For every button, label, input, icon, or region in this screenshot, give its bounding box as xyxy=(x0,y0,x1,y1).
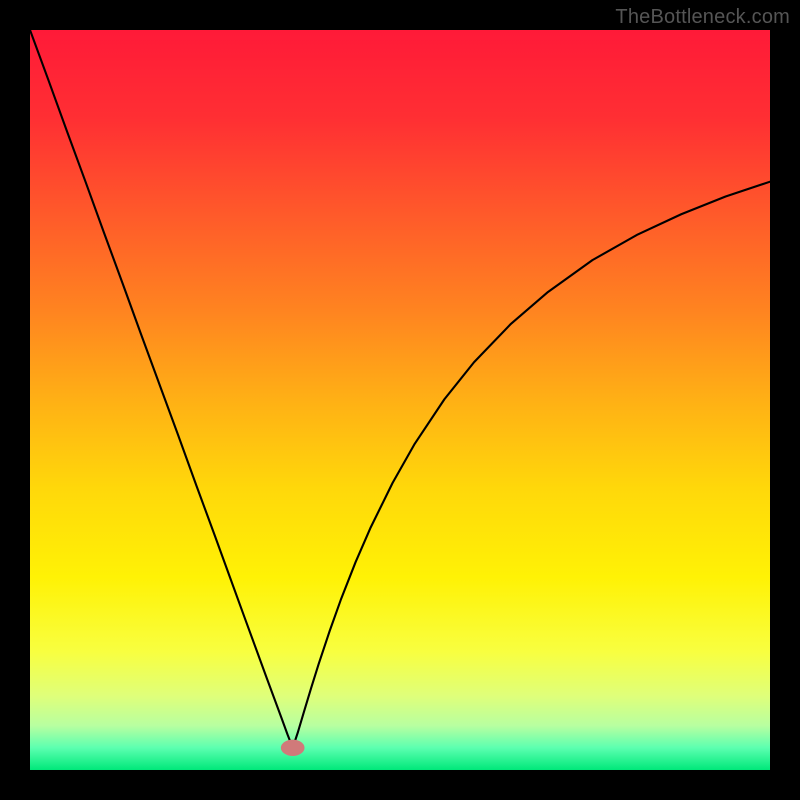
vertex-marker xyxy=(281,740,305,756)
watermark-text: TheBottleneck.com xyxy=(615,6,790,29)
gradient-background xyxy=(30,30,770,770)
vertex-dot xyxy=(281,740,305,756)
chart-frame: TheBottleneck.com xyxy=(0,0,800,800)
chart-canvas xyxy=(30,30,770,770)
plot-area xyxy=(30,30,770,770)
